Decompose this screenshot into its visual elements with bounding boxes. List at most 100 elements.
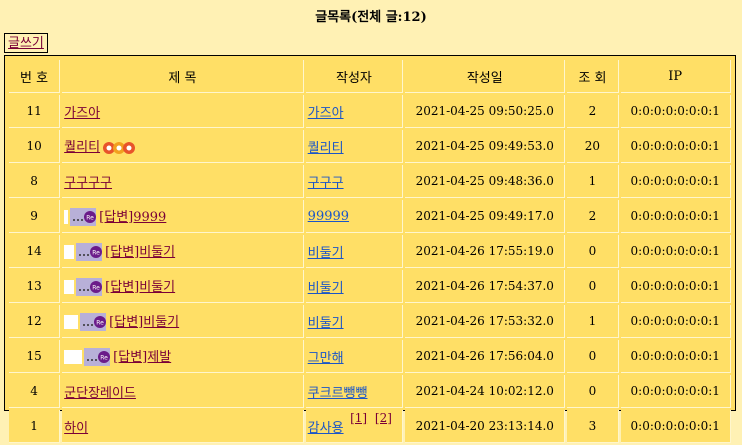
- post-date: 2021-04-25 09:49:53.0: [405, 130, 566, 163]
- post-views: 1: [567, 305, 619, 338]
- post-writer-cell: 99999: [305, 200, 404, 233]
- post-writer-link[interactable]: 그만해: [308, 351, 344, 366]
- svg-text:Re: Re: [92, 250, 100, 257]
- post-views: 2: [567, 95, 619, 128]
- post-writer-link[interactable]: 비둘기: [308, 316, 344, 331]
- reply-indent: [64, 350, 83, 365]
- post-writer-cell: 그만해: [305, 340, 404, 373]
- post-ip: 0:0:0:0:0:0:0:1: [620, 375, 731, 408]
- table-row: 10 퀄리티 퀄리티 2021-04-25 09:49:53.0 20 0:0:0:0:0…: [9, 130, 731, 163]
- post-date: 2021-04-25 09:50:25.0: [405, 95, 566, 128]
- board-list: 번 호 제 목 작성자 작성일 조 회 IP 11 가즈아 가즈아 2021-04-2…: [4, 55, 736, 443]
- post-writer-link[interactable]: 구구구: [308, 176, 344, 191]
- post-number: 13: [9, 270, 61, 303]
- post-ip: 0:0:0:0:0:0:0:1: [620, 165, 731, 198]
- post-date: 2021-04-24 10:02:12.0: [405, 375, 566, 408]
- post-writer-cell: 가즈아: [305, 95, 404, 128]
- post-date: 2021-04-25 09:49:17.0: [405, 200, 566, 233]
- reply-indent: [64, 245, 75, 260]
- post-number: 12: [9, 305, 61, 338]
- post-writer-cell: 퀄리티: [305, 130, 404, 163]
- post-subject-cell: Re [답변]비둘기: [62, 235, 304, 268]
- post-date: 2021-04-26 17:55:19.0: [405, 235, 566, 268]
- reply-icon: Re: [84, 348, 111, 367]
- table-row: 12 Re [답변]비둘기 비둘기 2021-04-26 17:53:32.0 1 0:0:…: [9, 305, 731, 338]
- post-subject-cell: 구구구구: [62, 165, 304, 198]
- post-date: 2021-04-26 17:53:32.0: [405, 305, 566, 338]
- reply-indent: [64, 315, 79, 330]
- post-ip: 0:0:0:0:0:0:0:1: [620, 95, 731, 128]
- post-views: 2: [567, 200, 619, 233]
- reply-indent: [64, 210, 69, 225]
- post-subject-link[interactable]: [답변]비둘기: [105, 280, 175, 295]
- post-views: 0: [567, 235, 619, 268]
- post-subject-link[interactable]: 구구구구: [64, 176, 112, 191]
- reply-icon: Re: [70, 208, 97, 227]
- table-row: 4 군단장레이드 쿠크르뺑뺑 2021-04-24 10:02:12.0 0 0:0:0:…: [9, 375, 731, 408]
- post-writer-link[interactable]: 퀄리티: [308, 141, 344, 156]
- post-views: 0: [567, 270, 619, 303]
- post-ip: 0:0:0:0:0:0:0:1: [620, 235, 731, 268]
- header-ip: IP: [620, 60, 731, 93]
- post-date: 2021-04-26 17:56:04.0: [405, 340, 566, 373]
- page-link-2[interactable]: [2]: [375, 411, 392, 425]
- post-subject-link[interactable]: 퀄리티: [64, 140, 100, 155]
- table-row: 8 구구구구 구구구 2021-04-25 09:48:36.0 1 0:0:0:0:0:…: [9, 165, 731, 198]
- table-row: 9 Re [답변]9999 99999 2021-04-25 09:49:17.0 2 0:…: [9, 200, 731, 233]
- post-views: 0: [567, 375, 619, 408]
- table-row: 14 Re [답변]비둘기 비둘기 2021-04-26 17:55:19.0 0 0:0:…: [9, 235, 731, 268]
- post-writer-link[interactable]: 비둘기: [308, 246, 344, 261]
- post-subject-link[interactable]: 군단장레이드: [64, 386, 136, 401]
- post-subject-link[interactable]: 가즈아: [64, 106, 100, 121]
- reply-indent: [64, 280, 75, 295]
- post-subject-link[interactable]: [답변]제발: [113, 350, 171, 365]
- page-title: 글목록(전체 글:12): [315, 10, 427, 25]
- table-header-row: 번 호 제 목 작성자 작성일 조 회 IP: [9, 60, 731, 93]
- post-subject-link[interactable]: [답변]9999: [99, 210, 166, 225]
- post-number: 4: [9, 375, 61, 408]
- post-writer-cell: 비둘기: [305, 270, 404, 303]
- hot-badge-icon: [103, 141, 136, 154]
- post-number: 9: [9, 200, 61, 233]
- header-views: 조 회: [567, 60, 619, 93]
- post-table: 번 호 제 목 작성자 작성일 조 회 IP 11 가즈아 가즈아 2021-04-2…: [7, 58, 733, 445]
- post-ip: 0:0:0:0:0:0:0:1: [620, 305, 731, 338]
- header-writer: 작성자: [305, 60, 404, 93]
- post-writer-link[interactable]: 비둘기: [308, 281, 344, 296]
- post-subject-cell: 퀄리티: [62, 130, 304, 163]
- reply-icon: Re: [80, 313, 107, 332]
- post-writer-cell: 비둘기: [305, 235, 404, 268]
- post-subject-cell: Re [답변]9999: [62, 200, 304, 233]
- post-writer-link[interactable]: 99999: [308, 209, 349, 224]
- post-subject-link[interactable]: [답변]비둘기: [109, 315, 179, 330]
- post-number: 10: [9, 130, 61, 163]
- post-writer-cell: 쿠크르뺑뺑: [305, 375, 404, 408]
- svg-text:Re: Re: [96, 320, 104, 327]
- post-subject-cell: 군단장레이드: [62, 375, 304, 408]
- post-subject-cell: Re [답변]비둘기: [62, 305, 304, 338]
- post-subject-link[interactable]: [답변]비둘기: [105, 245, 175, 260]
- post-number: 11: [9, 95, 61, 128]
- post-number: 8: [9, 165, 61, 198]
- post-writer-cell: 구구구: [305, 165, 404, 198]
- post-writer-link[interactable]: 쿠크르뺑뺑: [308, 386, 368, 401]
- post-ip: 0:0:0:0:0:0:0:1: [620, 200, 731, 233]
- header-number: 번 호: [9, 60, 61, 93]
- write-button[interactable]: 글쓰기: [4, 33, 48, 53]
- header-date: 작성일: [405, 60, 566, 93]
- post-subject-cell: Re [답변]제발: [62, 340, 304, 373]
- post-subject-cell: 가즈아: [62, 95, 304, 128]
- svg-text:Re: Re: [92, 285, 100, 292]
- post-date: 2021-04-25 09:48:36.0: [405, 165, 566, 198]
- svg-text:Re: Re: [86, 215, 94, 222]
- table-row: 15 Re [답변]제발 그만해 2021-04-26 17:56:04.0 0 0:0:0…: [9, 340, 731, 373]
- post-ip: 0:0:0:0:0:0:0:1: [620, 340, 731, 373]
- page-link-1[interactable]: [1]: [350, 411, 367, 425]
- post-writer-link[interactable]: 가즈아: [308, 106, 344, 121]
- post-views: 20: [567, 130, 619, 163]
- post-subject-cell: Re [답변]비둘기: [62, 270, 304, 303]
- svg-text:Re: Re: [100, 355, 108, 362]
- post-number: 15: [9, 340, 61, 373]
- post-date: 2021-04-26 17:54:37.0: [405, 270, 566, 303]
- post-views: 1: [567, 165, 619, 198]
